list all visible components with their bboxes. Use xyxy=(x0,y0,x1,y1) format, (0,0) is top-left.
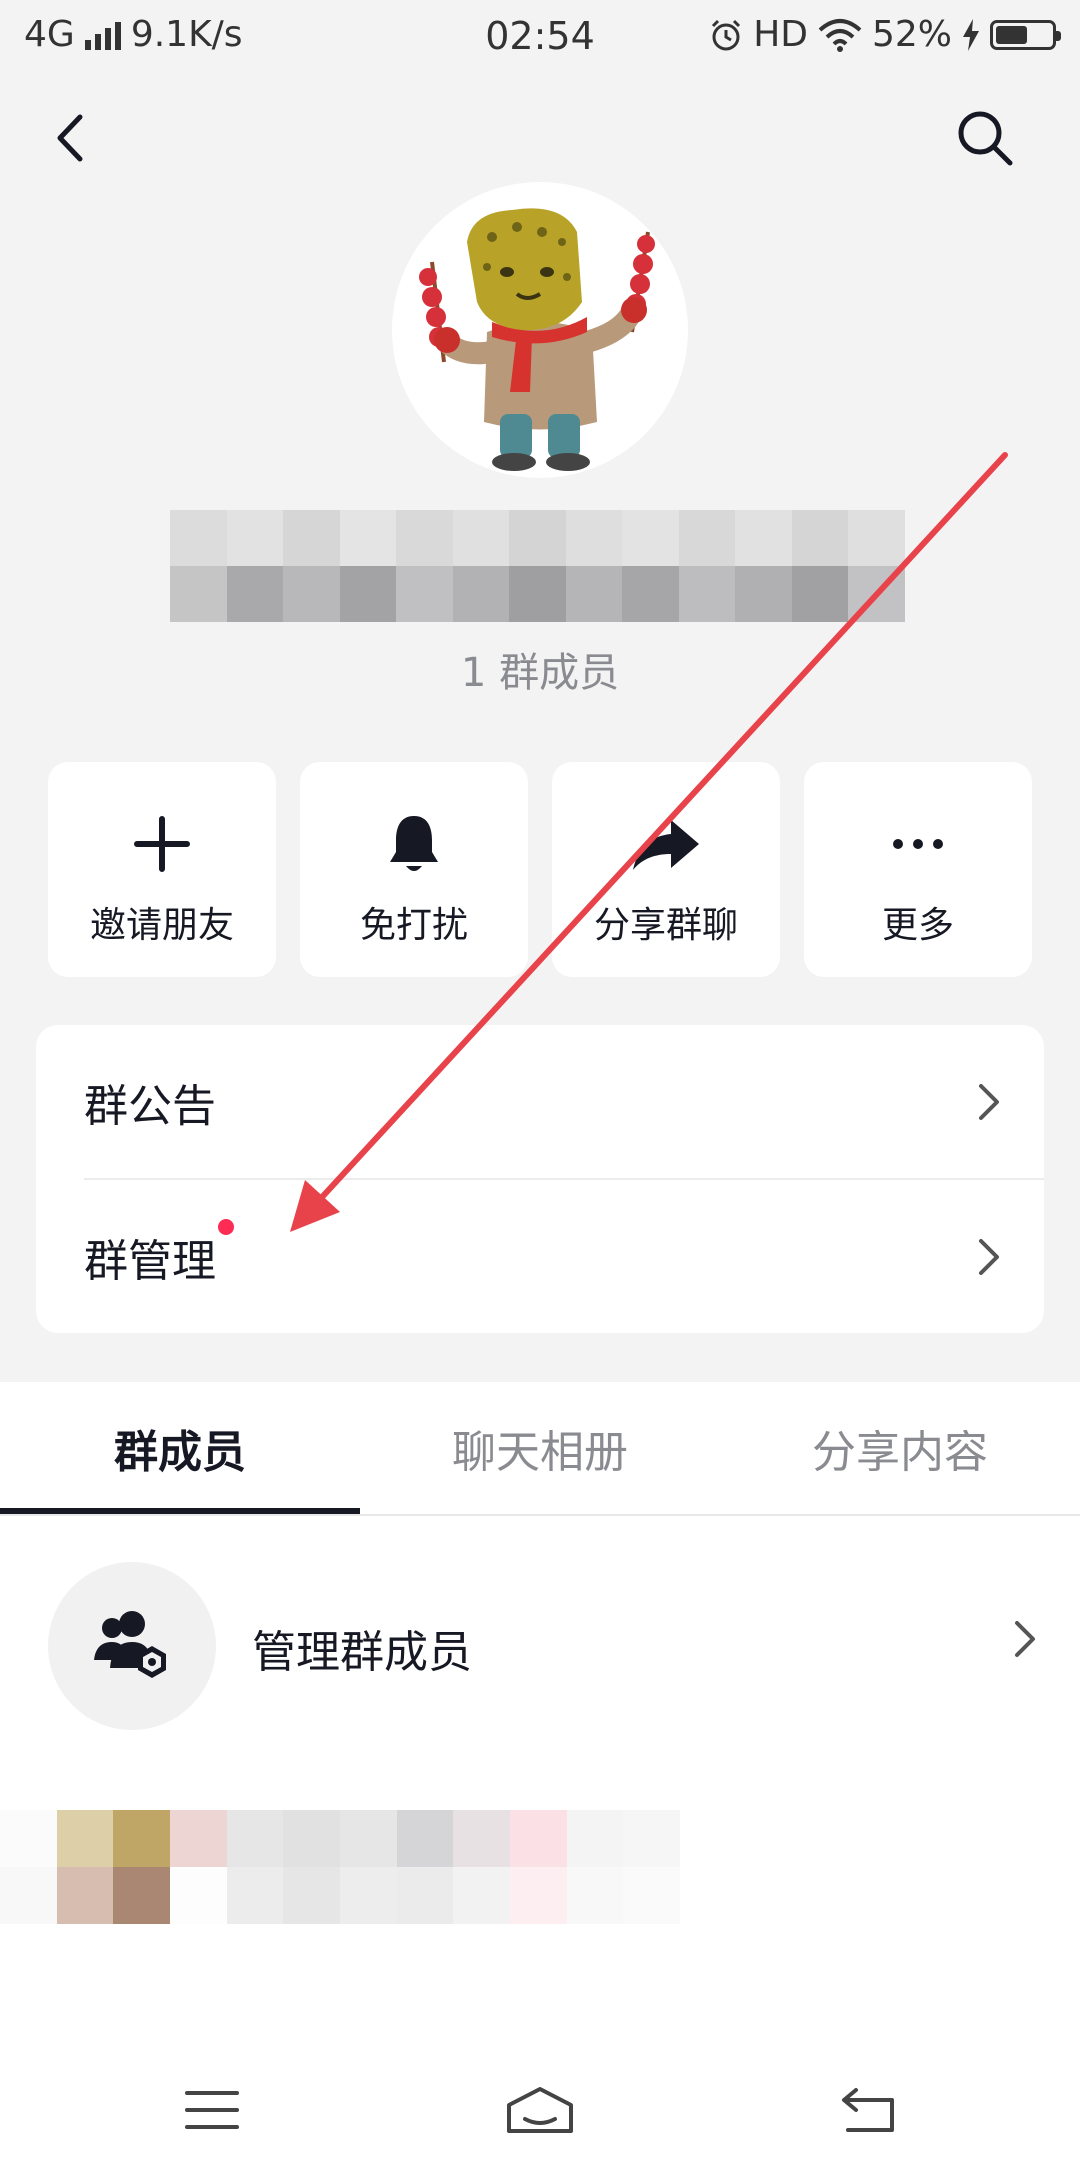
management-row[interactable]: 群管理 xyxy=(36,1180,1044,1333)
back-button[interactable] xyxy=(30,98,110,178)
invite-friends-label: 邀请朋友 xyxy=(89,905,234,946)
back-system-button[interactable] xyxy=(818,2070,918,2150)
member-item-mosaic[interactable] xyxy=(0,1810,680,1924)
notification-dot xyxy=(218,1218,234,1235)
announcement-row[interactable]: 群公告 xyxy=(36,1025,1044,1178)
manage-members-label: 管理群成员 xyxy=(252,1627,472,1678)
alarm-icon xyxy=(712,19,741,50)
home-icon xyxy=(507,2087,573,2133)
plus-icon xyxy=(134,816,190,872)
more-label: 更多 xyxy=(881,905,954,946)
chevron-left-icon xyxy=(57,114,83,162)
management-label: 群管理 xyxy=(84,1218,234,1289)
chevron-right-icon xyxy=(979,1083,999,1120)
group-settings-icon xyxy=(94,1611,166,1678)
manage-members-row[interactable]: 管理群成员 xyxy=(0,1556,1080,1736)
wifi-icon xyxy=(818,18,862,52)
tab-shared-content[interactable]: 分享内容 xyxy=(720,1382,1080,1514)
system-nav-bar xyxy=(0,2040,1080,2160)
home-button[interactable] xyxy=(490,2070,590,2150)
battery-icon xyxy=(990,19,1061,50)
tab-members[interactable]: 群成员 xyxy=(0,1382,360,1514)
cartoon-avatar-image xyxy=(419,208,655,471)
status-right: HD 52% xyxy=(709,14,1061,55)
recent-apps-button[interactable] xyxy=(162,2070,262,2150)
announcement-label: 群公告 xyxy=(84,1080,216,1132)
status-bar: 4G 9.1K/s 02:54 HD 52% xyxy=(0,0,1080,74)
tabs-divider xyxy=(0,1514,1080,1516)
chevron-right-icon xyxy=(979,1238,999,1275)
settings-group: 群公告 群管理 xyxy=(36,1025,1044,1333)
charging-icon xyxy=(963,18,979,51)
tab-bar: 群成员 聊天相册 分享内容 xyxy=(0,1382,1080,1514)
more-dots-icon xyxy=(893,839,943,849)
member-count[interactable]: 1 群成员 xyxy=(0,640,1080,698)
menu-icon xyxy=(185,2091,239,2129)
search-button[interactable] xyxy=(945,98,1025,178)
chevron-right-icon xyxy=(1015,1621,1035,1657)
tab-chat-album[interactable]: 聊天相册 xyxy=(360,1382,720,1514)
do-not-disturb-label: 免打扰 xyxy=(359,905,468,946)
return-icon xyxy=(842,2088,894,2132)
share-group-card[interactable]: 分享群聊 xyxy=(552,762,780,977)
bell-icon xyxy=(390,816,438,871)
battery-percent: 52% xyxy=(871,14,952,55)
group-name-mosaic xyxy=(170,510,905,622)
do-not-disturb-card[interactable]: 免打扰 xyxy=(300,762,528,977)
share-arrow-icon xyxy=(633,820,699,870)
manage-members-avatar xyxy=(48,1562,216,1730)
share-group-label: 分享群聊 xyxy=(593,905,738,946)
more-card[interactable]: 更多 xyxy=(804,762,1032,977)
hd-badge: HD xyxy=(753,14,808,55)
search-icon xyxy=(958,111,1013,166)
group-avatar[interactable] xyxy=(392,182,688,478)
invite-friends-card[interactable]: 邀请朋友 xyxy=(48,762,276,977)
